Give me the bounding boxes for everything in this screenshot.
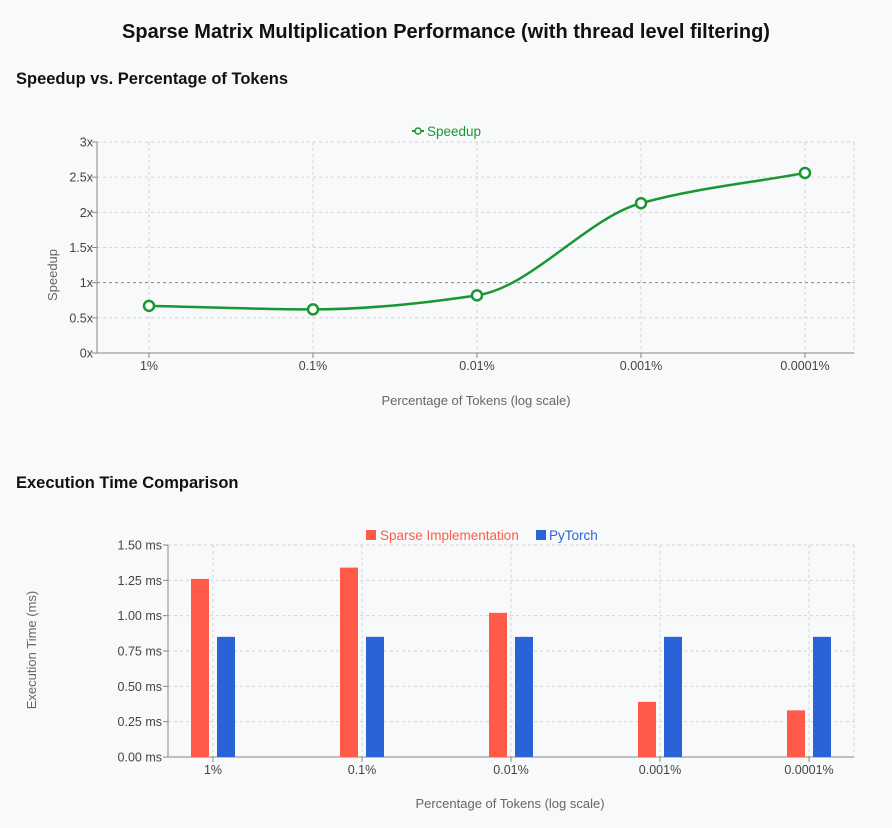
speedup-data-point[interactable] [306,303,320,316]
execution-time-x-tick-label: 1% [204,763,222,777]
speedup-y-tick-label: 2x [80,206,94,220]
sparse-bar[interactable] [638,701,656,757]
speedup-y-axis-label: Speedup [45,249,60,301]
page-title: Sparse Matrix Multiplication Performance… [122,21,770,43]
speedup-y-tick-label: 2.5x [69,171,93,185]
execution-time-y-tick-label: 0.50 ms [118,680,162,694]
pytorch-legend-item[interactable]: PyTorch [536,528,598,543]
sparse-legend-item[interactable]: Sparse Implementation [366,528,519,543]
execution-time-y-axis-label: Execution Time (ms) [24,591,39,709]
speedup-legend[interactable]: Speedup [412,124,481,139]
execution-time-y-tick-label: 0.00 ms [118,751,162,765]
execution-time-grid [168,544,855,757]
pytorch-legend-swatch [536,530,546,540]
sparse-legend-swatch [366,530,376,540]
sparse-bar[interactable] [489,612,507,757]
execution-time-chart-title: Execution Time Comparison [16,474,239,492]
speedup-data-point[interactable] [142,299,156,313]
execution-time-x-tick-label: 0.001% [639,763,681,777]
speedup-x-tick-label: 0.1% [299,359,328,373]
execution-time-y-tick-label: 0.75 ms [118,645,162,659]
execution-time-x-axis-label: Percentage of Tokens (log scale) [415,796,604,811]
speedup-y-tick-label: 1x [80,276,94,290]
execution-time-bar-chart: Sparse Implementation PyTorch Execution … [24,528,855,811]
execution-time-y-tick-label: 1.50 ms [118,539,162,553]
execution-time-y-tick-label: 0.25 ms [118,715,162,729]
sparse-bar[interactable] [340,567,358,757]
speedup-legend-label: Speedup [427,124,481,139]
speedup-x-tick-label: 0.0001% [780,359,829,373]
speedup-legend-swatch-dot [414,127,422,135]
execution-time-x-tick-label: 0.0001% [784,763,833,777]
pytorch-bar[interactable] [366,636,384,757]
speedup-x-axis-label: Percentage of Tokens (log scale) [381,393,570,408]
execution-time-x-tick-label: 0.01% [493,763,528,777]
speedup-y-tick-label: 0x [80,347,94,361]
sparse-bar[interactable] [787,710,805,757]
pytorch-bar[interactable] [813,636,831,757]
speedup-data-point[interactable] [798,166,812,180]
speedup-x-tick-label: 0.001% [620,359,662,373]
sparse-legend-label: Sparse Implementation [380,528,519,543]
execution-time-y-tick-label: 1.25 ms [118,574,162,588]
speedup-data-point[interactable] [634,196,648,210]
speedup-y-tick-label: 3x [80,136,94,150]
execution-time-y-tick-label: 1.00 ms [118,609,162,623]
speedup-y-tick-label: 0.5x [69,311,93,325]
pytorch-bar[interactable] [664,636,682,757]
pytorch-bar[interactable] [217,636,235,757]
speedup-y-tick-label: 1.5x [69,241,93,255]
speedup-grid [97,141,855,353]
speedup-line-chart: Speedup Speedup Percentage of Tokens (lo… [45,124,855,408]
speedup-chart-title: Speedup vs. Percentage of Tokens [16,70,289,88]
speedup-x-tick-label: 0.01% [459,359,494,373]
pytorch-legend-label: PyTorch [549,528,598,543]
speedup-x-tick-label: 1% [140,359,158,373]
pytorch-bar[interactable] [515,636,533,757]
speedup-data-point[interactable] [470,289,484,302]
execution-time-x-tick-label: 0.1% [348,763,377,777]
sparse-bar[interactable] [191,578,209,757]
